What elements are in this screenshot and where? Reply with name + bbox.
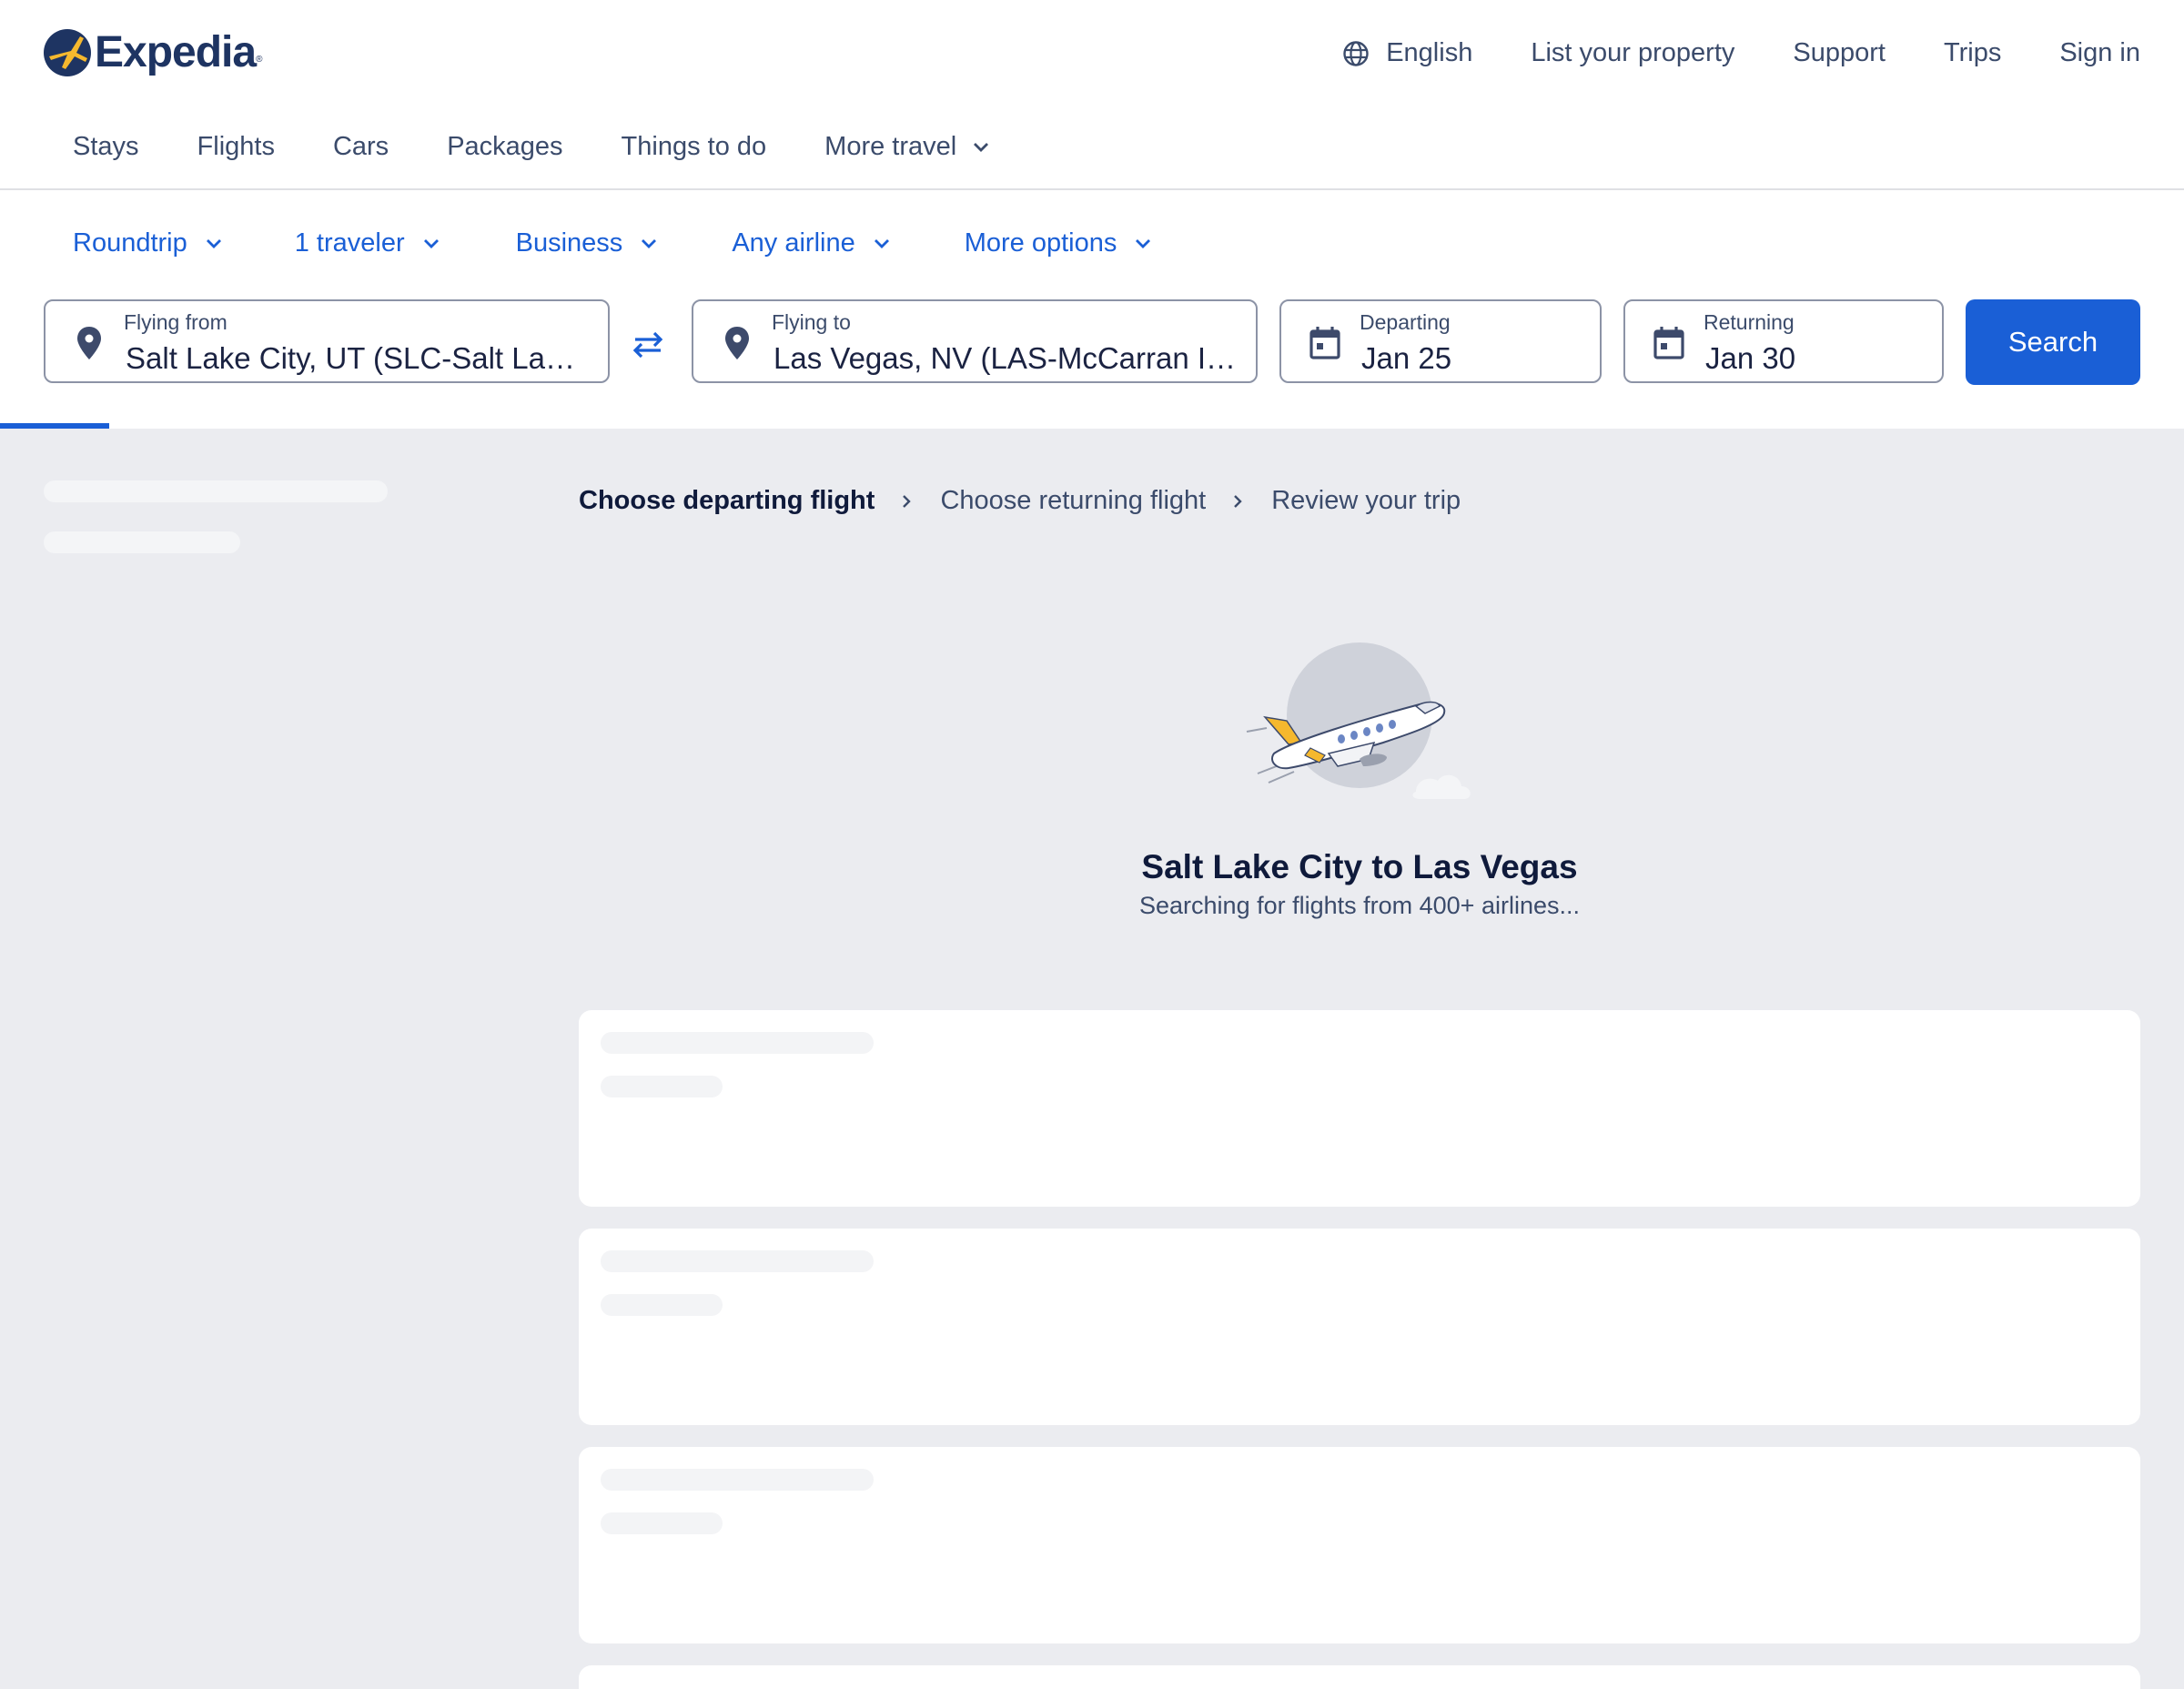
expedia-logo[interactable]: Expedia ® (44, 27, 262, 77)
airplane-loading-illustration (1246, 642, 1471, 799)
chevron-down-icon (1136, 238, 1151, 248)
chevron-right-icon (1234, 494, 1242, 508)
destination-value: Las Vegas, NV (LAS-McCarran Intl.) (774, 341, 1238, 375)
departing-value: Jan 25 (1361, 341, 1452, 375)
skeleton-line (601, 1076, 723, 1097)
airline-dropdown[interactable]: Any airline (732, 228, 891, 258)
chevron-down-icon (874, 238, 889, 248)
loading-subtitle: Searching for flights from 400+ airlines… (1139, 892, 1580, 919)
returning-label: Returning (1704, 310, 1795, 334)
flight-result-skeleton-card (579, 1010, 2140, 1207)
more-options-dropdown[interactable]: More options (965, 228, 1154, 258)
brand-name: Expedia (95, 28, 257, 76)
map-pin-icon (725, 327, 749, 359)
returning-value: Jan 30 (1705, 341, 1796, 375)
step-choose-departing: Choose departing flight (579, 486, 875, 515)
sign-in-link[interactable]: Sign in (2059, 38, 2140, 68)
swap-locations-icon[interactable] (630, 327, 666, 363)
trips-link[interactable]: Trips (1944, 38, 2001, 68)
expedia-logo-mark-icon (44, 28, 91, 76)
language-label: English (1386, 38, 1473, 67)
registered-mark: ® (256, 55, 263, 65)
sidebar-skeleton-line (44, 480, 388, 502)
sidebar-skeleton-line (44, 531, 240, 553)
booking-steps-breadcrumb: Choose departing flight Choose returning… (579, 486, 1461, 516)
trip-type-dropdown[interactable]: Roundtrip (73, 228, 224, 258)
site-header: Expedia ® English List your property Sup… (0, 0, 2184, 190)
flight-search-form: Roundtrip 1 traveler Business Any airlin… (0, 190, 2184, 429)
departing-date-field[interactable]: Departing Jan 25 (1279, 299, 1602, 383)
departing-label: Departing (1360, 310, 1451, 334)
more-travel-label: More travel (824, 132, 957, 161)
map-pin-icon (77, 327, 101, 359)
route-title: Salt Lake City to Las Vegas (1141, 848, 1578, 885)
nav-flights[interactable]: Flights (197, 132, 275, 162)
destination-label: Flying to (772, 310, 851, 334)
step-review-trip: Review your trip (1271, 486, 1461, 515)
skeleton-line (601, 1250, 874, 1272)
lob-nav: Stays Flights Cars Packages Things to do… (73, 132, 1049, 162)
cabin-class-dropdown[interactable]: Business (516, 228, 660, 258)
list-property-link[interactable]: List your property (1531, 38, 1734, 68)
support-link[interactable]: Support (1793, 38, 1886, 68)
returning-date-field[interactable]: Returning Jan 30 (1623, 299, 1944, 383)
origin-field[interactable]: Flying from Salt Lake City, UT (SLC-Salt… (44, 299, 610, 383)
skeleton-line (601, 1032, 874, 1054)
destination-field[interactable]: Flying to Las Vegas, NV (LAS-McCarran In… (692, 299, 1258, 383)
search-options-row: Roundtrip 1 traveler Business Any airlin… (73, 228, 1153, 258)
step-choose-returning: Choose returning flight (940, 486, 1207, 515)
calendar-icon (1653, 327, 1684, 359)
calendar-icon (1309, 327, 1340, 359)
nav-stays[interactable]: Stays (73, 132, 139, 162)
chevron-down-icon (206, 238, 221, 248)
origin-label: Flying from (124, 310, 228, 334)
nav-cars[interactable]: Cars (333, 132, 389, 162)
trip-type-label: Roundtrip (73, 228, 187, 258)
chevron-down-icon (423, 238, 439, 248)
nav-things-to-do[interactable]: Things to do (622, 132, 767, 162)
skeleton-line (601, 1294, 723, 1316)
flight-result-skeleton-card (579, 1447, 2140, 1643)
more-options-label: More options (964, 228, 1117, 258)
flight-result-skeleton-card (579, 1229, 2140, 1425)
skeleton-line (601, 1512, 723, 1534)
travelers-dropdown[interactable]: 1 traveler (295, 228, 441, 258)
globe-icon (1343, 40, 1369, 66)
search-button[interactable]: Search (1966, 299, 2140, 385)
skeleton-line (601, 1469, 874, 1491)
language-selector[interactable]: English (1342, 38, 1472, 68)
chevron-down-icon (974, 142, 989, 152)
nav-packages[interactable]: Packages (447, 132, 562, 162)
origin-value: Salt Lake City, UT (SLC-Salt Lake City I… (126, 341, 590, 375)
airline-label: Any airline (732, 228, 855, 258)
nav-more-travel[interactable]: More travel (824, 132, 991, 162)
loading-progress-bar (0, 423, 109, 429)
travelers-label: 1 traveler (294, 228, 405, 258)
flight-result-skeleton-card (579, 1665, 2140, 1689)
chevron-right-icon (903, 494, 912, 508)
cabin-class-label: Business (515, 228, 623, 258)
utility-nav: English List your property Support Trips… (1342, 38, 2140, 68)
chevron-down-icon (642, 238, 657, 248)
